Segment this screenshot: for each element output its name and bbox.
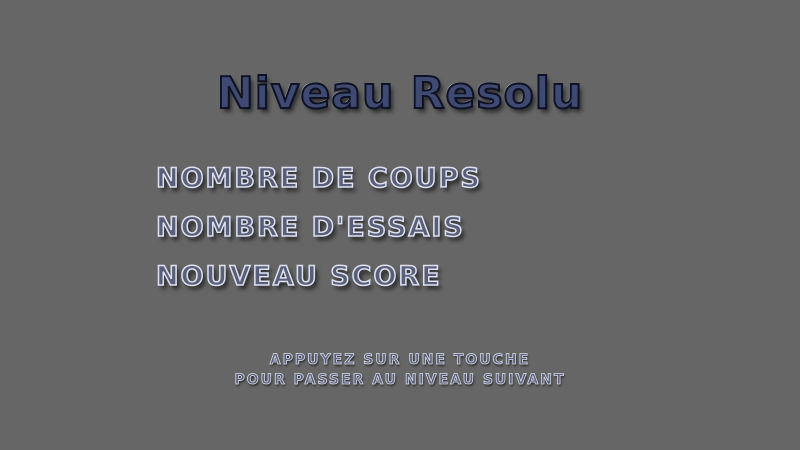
continue-prompt-line-2: POUR PASSER AU NIVEAU SUIVANT: [234, 372, 566, 389]
moves-count-label: NOMBRE DE COUPS: [155, 162, 482, 195]
level-complete-screen[interactable]: Niveau Resolu NOMBRE DE COUPS NOMBRE D'E…: [0, 0, 800, 450]
new-score-label: NOUVEAU SCORE: [155, 260, 442, 293]
level-complete-title: Niveau Resolu: [216, 67, 584, 120]
continue-prompt-line-1: APPUYEZ SUR UNE TOUCHE: [269, 352, 531, 369]
continue-prompt: APPUYEZ SUR UNE TOUCHE POUR PASSER AU NI…: [0, 350, 800, 390]
attempts-count-label: NOMBRE D'ESSAIS: [155, 211, 465, 244]
level-stats: NOMBRE DE COUPS NOMBRE D'ESSAIS NOUVEAU …: [155, 154, 716, 301]
